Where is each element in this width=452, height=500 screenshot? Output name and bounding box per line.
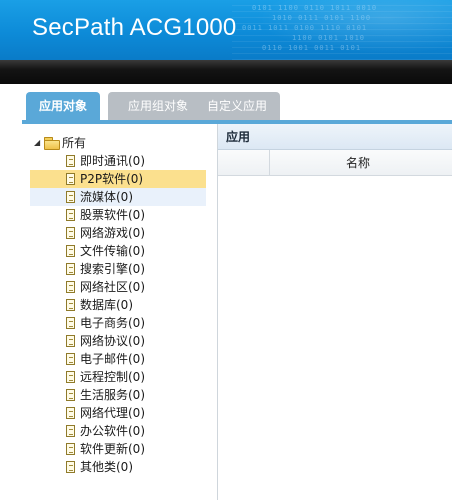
tree-root-label: 所有 [62,136,87,150]
document-icon [66,173,75,185]
tree-item[interactable]: 电子商务(0) [30,314,206,332]
tree-item[interactable]: 远程控制(0) [30,368,206,386]
tree-item-label: 流媒体(0) [80,190,133,204]
tree-item[interactable]: 软件更新(0) [30,440,206,458]
tree-item-label: 数据库(0) [80,298,133,312]
document-icon [66,443,75,455]
tree-item-label: P2P软件(0) [80,172,144,186]
tree-item[interactable]: 网络协议(0) [30,332,206,350]
tree-item[interactable]: 网络代理(0) [30,404,206,422]
tree-item-label: 即时通讯(0) [80,154,145,168]
tab-app-objects[interactable]: 应用对象 [26,92,100,120]
header-band [0,60,452,84]
document-icon [66,461,75,473]
collapse-triangle-icon[interactable]: ◢ [34,134,42,152]
document-icon [66,353,75,365]
tab-app-group-objects[interactable]: 应用组对象 [108,92,208,120]
grid-header: 名称 [218,150,452,176]
tree-item-label: 电子商务(0) [80,316,145,330]
tree-item[interactable]: 数据库(0) [30,296,206,314]
document-icon [66,245,75,257]
tree-item-label: 搜索引擎(0) [80,262,145,276]
document-icon [66,425,75,437]
tree-root[interactable]: ◢ 所有 [34,134,86,152]
tree-item[interactable]: 其他类(0) [30,458,206,476]
category-tree-panel: ◢ 所有 即时通讯(0) P2P软件(0) 流媒体(0) 股票软件(0) 网络游戏… [22,124,218,500]
tree-item[interactable]: 电子邮件(0) [30,350,206,368]
tree-item-label: 软件更新(0) [80,442,145,456]
tree-item-label: 股票软件(0) [80,208,145,222]
tree-item-label: 其他类(0) [80,460,133,474]
tree-item[interactable]: 生活服务(0) [30,386,206,404]
tree-item-label: 网络游戏(0) [80,226,145,240]
grid-header-name-column[interactable]: 名称 [346,150,370,176]
document-icon [66,407,75,419]
tree-item-label: 网络代理(0) [80,406,145,420]
tree-item[interactable]: P2P软件(0) [30,170,206,188]
document-icon [66,191,75,203]
tree-item[interactable]: 股票软件(0) [30,206,206,224]
tree-item[interactable]: 网络社区(0) [30,278,206,296]
tree-item-label: 生活服务(0) [80,388,145,402]
tree-item-label: 网络社区(0) [80,280,145,294]
document-icon [66,371,75,383]
header-decoration: 0101 1100 0110 1011 0010 1010 0111 0101 … [232,0,452,60]
document-icon [66,227,75,239]
tree-item[interactable]: 网络游戏(0) [30,224,206,242]
app-list-panel: 应用 名称 [218,124,452,500]
folder-icon [44,137,60,150]
tree-item-label: 办公软件(0) [80,424,145,438]
tree-item-label: 远程控制(0) [80,370,145,384]
document-icon [66,209,75,221]
tree-item-label: 文件传输(0) [80,244,145,258]
grid-header-select-column[interactable] [218,150,270,176]
tab-custom-apps[interactable]: 自定义应用 [194,92,280,120]
document-icon [66,155,75,167]
document-icon [66,263,75,275]
panel-title: 应用 [218,124,452,150]
app-header: 0101 1100 0110 1011 0010 1010 0111 0101 … [0,0,452,60]
document-icon [66,317,75,329]
tree-item-label: 网络协议(0) [80,334,145,348]
document-icon [66,389,75,401]
tree-item[interactable]: 办公软件(0) [30,422,206,440]
document-icon [66,299,75,311]
tree-item[interactable]: 流媒体(0) [30,188,206,206]
tree-item[interactable]: 文件传输(0) [30,242,206,260]
tree-item[interactable]: 搜索引擎(0) [30,260,206,278]
brand-title: SecPath ACG1000 [32,14,237,41]
tab-bar: 应用对象 应用组对象 自定义应用 [22,88,452,122]
document-icon [66,335,75,347]
tree-item-label: 电子邮件(0) [80,352,145,366]
document-icon [66,281,75,293]
tree-item[interactable]: 即时通讯(0) [30,152,206,170]
